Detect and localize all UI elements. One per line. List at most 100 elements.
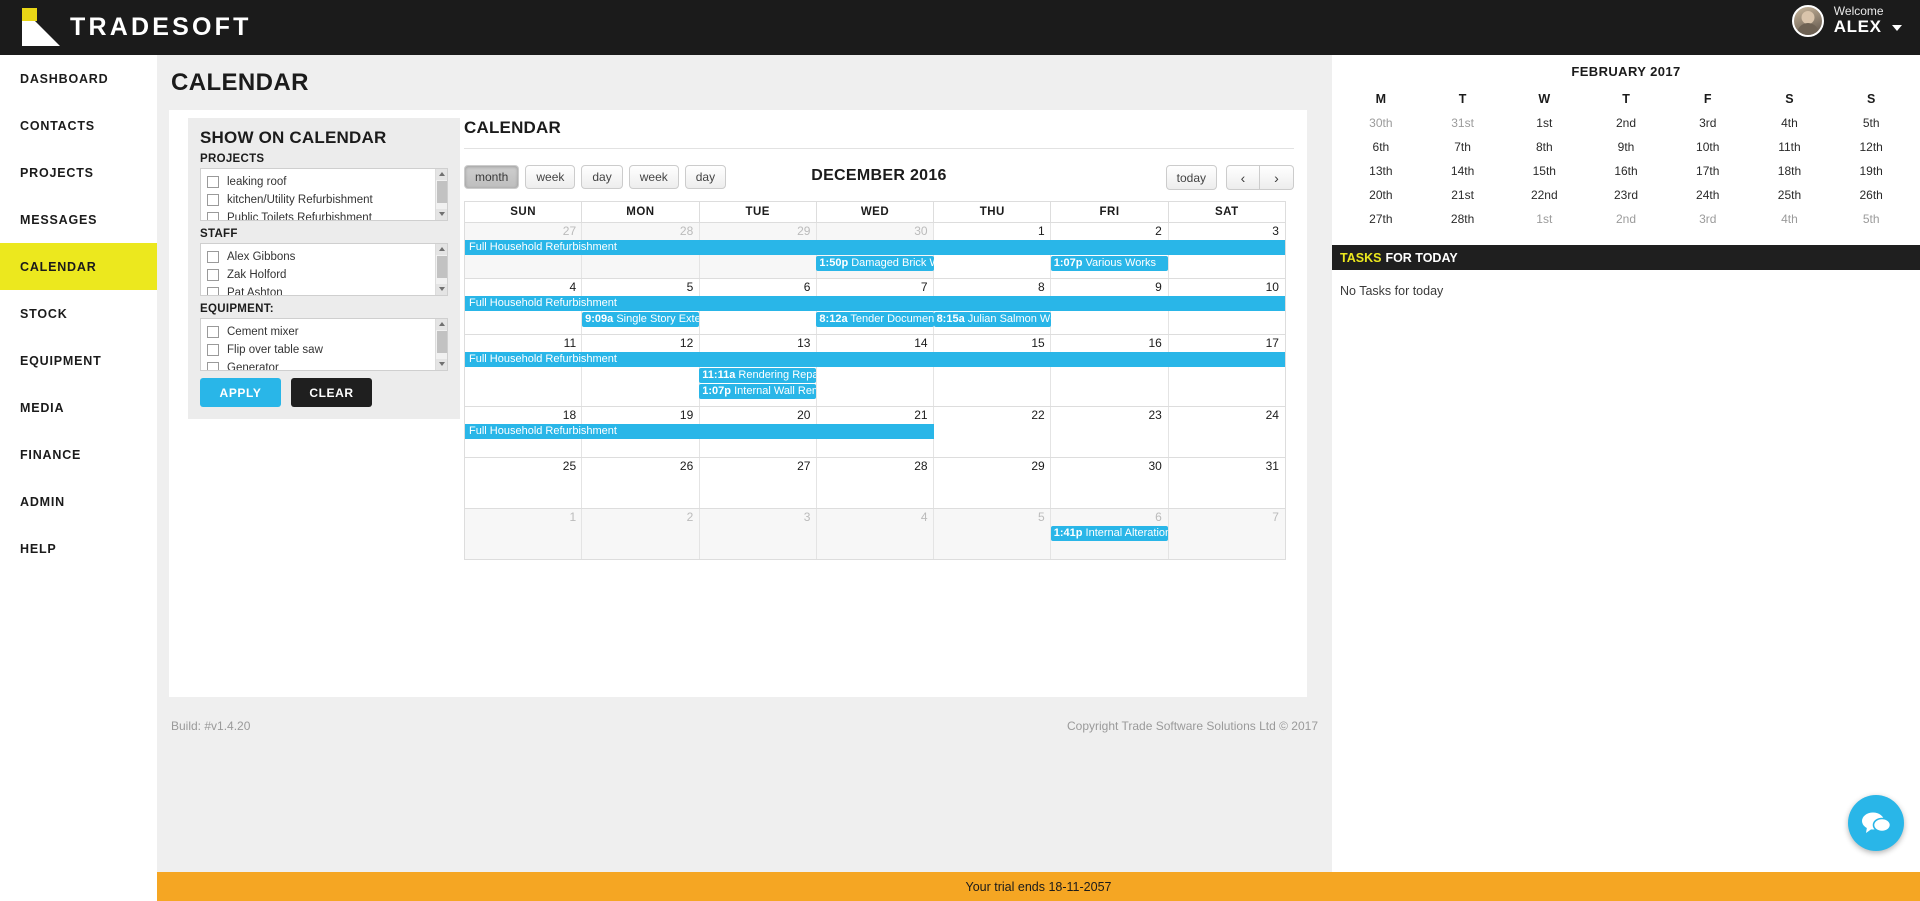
calendar-event[interactable]: 1:07p Various Works [1050, 256, 1168, 271]
staff-list[interactable]: Alex Gibbons Zak Holford Pat Ashton [200, 243, 448, 296]
calendar-event[interactable]: Full Household Refurbishment [465, 424, 934, 439]
calendar-event[interactable]: 8:12a Tender Documents [816, 312, 934, 327]
projects-list[interactable]: leaking roof kitchen/Utility Refurbishmen… [200, 168, 448, 221]
checkbox-icon[interactable] [207, 361, 219, 370]
mini-calendar-day[interactable]: 6th [1340, 135, 1422, 159]
scroll-down-icon[interactable] [436, 359, 447, 370]
checkbox-row[interactable]: kitchen/Utility Refurbishment [207, 191, 447, 208]
day-number[interactable]: 29 [934, 458, 1051, 475]
mini-calendar-day[interactable]: 1st [1503, 111, 1585, 135]
checkbox-icon[interactable] [207, 325, 219, 338]
day-number[interactable]: 1 [934, 223, 1051, 240]
day-number[interactable]: 9 [1051, 279, 1168, 296]
checkbox-icon[interactable] [207, 193, 219, 206]
mini-calendar-day[interactable]: 2nd [1585, 207, 1667, 231]
checkbox-icon[interactable] [207, 211, 219, 220]
day-number[interactable]: 8 [934, 279, 1051, 296]
checkbox-row[interactable]: Pat Ashton [207, 284, 447, 295]
mini-calendar-day[interactable]: 19th [1830, 159, 1912, 183]
checkbox-icon[interactable] [207, 250, 219, 263]
sidebar-item-stock[interactable]: STOCK [0, 290, 157, 337]
day-number[interactable]: 29 [699, 223, 816, 240]
mini-calendar-day[interactable]: 3rd [1667, 207, 1749, 231]
mini-calendar-day[interactable]: 31st [1422, 111, 1504, 135]
sidebar-item-equipment[interactable]: EQUIPMENT [0, 337, 157, 384]
day-number[interactable]: 5 [582, 279, 699, 296]
calendar-event[interactable]: Full Household Refurbishment [465, 240, 1285, 255]
mini-calendar-day[interactable]: 5th [1830, 207, 1912, 231]
day-number[interactable]: 3 [699, 509, 816, 526]
day-number[interactable]: 19 [582, 407, 699, 424]
day-number[interactable]: 31 [1168, 458, 1285, 475]
mini-calendar-day[interactable]: 28th [1422, 207, 1504, 231]
day-number[interactable]: 16 [1051, 335, 1168, 352]
day-number[interactable]: 23 [1051, 407, 1168, 424]
mini-calendar-day[interactable]: 14th [1422, 159, 1504, 183]
mini-calendar-day[interactable]: 8th [1503, 135, 1585, 159]
calendar-event[interactable]: 8:15a Julian Salmon WC [933, 312, 1051, 327]
mini-calendar-day[interactable]: 25th [1749, 183, 1831, 207]
day-number[interactable]: 4 [816, 509, 933, 526]
mini-calendar-day[interactable]: 16th [1585, 159, 1667, 183]
sidebar-item-admin[interactable]: ADMIN [0, 478, 157, 525]
day-number[interactable]: 1 [465, 509, 582, 526]
mini-calendar-day[interactable]: 5th [1830, 111, 1912, 135]
mini-calendar-day[interactable]: 22nd [1503, 183, 1585, 207]
day-number[interactable]: 30 [1051, 458, 1168, 475]
day-number[interactable]: 22 [934, 407, 1051, 424]
mini-calendar-day[interactable]: 11th [1749, 135, 1831, 159]
today-button[interactable]: today [1165, 165, 1217, 190]
day-number[interactable]: 27 [465, 223, 582, 240]
day-number[interactable]: 15 [934, 335, 1051, 352]
calendar-event[interactable]: Full Household Refurbishment [465, 352, 1285, 367]
mini-calendar-day[interactable]: 17th [1667, 159, 1749, 183]
calendar-event[interactable]: 9:09a Single Story Exten [582, 312, 700, 327]
sidebar-item-dashboard[interactable]: DASHBOARD [0, 55, 157, 102]
equipment-scrollbar[interactable] [435, 319, 447, 370]
checkbox-row[interactable]: Public Toilets Refurbishment [207, 209, 447, 220]
day-number[interactable]: 6 [1051, 509, 1168, 526]
mini-calendar-day[interactable]: 15th [1503, 159, 1585, 183]
day-number[interactable]: 4 [465, 279, 582, 296]
day-number[interactable]: 2 [582, 509, 699, 526]
mini-calendar-day[interactable]: 10th [1667, 135, 1749, 159]
checkbox-row[interactable]: Cement mixer [207, 323, 447, 340]
day-number[interactable]: 7 [1168, 509, 1285, 526]
brand-logo[interactable]: TRADESOFT [22, 8, 252, 46]
day-number[interactable]: 10 [1168, 279, 1285, 296]
day-number[interactable]: 26 [582, 458, 699, 475]
day-number[interactable]: 17 [1168, 335, 1285, 352]
day-number[interactable]: 13 [699, 335, 816, 352]
checkbox-row[interactable]: leaking roof [207, 173, 447, 190]
scroll-thumb[interactable] [437, 256, 447, 278]
day-number[interactable]: 24 [1168, 407, 1285, 424]
mini-calendar-day[interactable]: 7th [1422, 135, 1504, 159]
mini-calendar-day[interactable]: 27th [1340, 207, 1422, 231]
day-number[interactable]: 25 [465, 458, 582, 475]
day-number[interactable]: 21 [816, 407, 933, 424]
projects-scrollbar[interactable] [435, 169, 447, 220]
scroll-up-icon[interactable] [436, 319, 447, 330]
day-number[interactable]: 20 [699, 407, 816, 424]
day-number[interactable]: 14 [816, 335, 933, 352]
day-number[interactable]: 30 [816, 223, 933, 240]
user-menu[interactable]: Welcome ALEX [1791, 5, 1902, 37]
mini-calendar-day[interactable]: 12th [1830, 135, 1912, 159]
mini-calendar-day[interactable]: 1st [1503, 207, 1585, 231]
scroll-down-icon[interactable] [436, 284, 447, 295]
day-number[interactable]: 2 [1051, 223, 1168, 240]
scroll-thumb[interactable] [437, 331, 447, 353]
mini-calendar-day[interactable]: 23rd [1585, 183, 1667, 207]
mini-calendar-day[interactable]: 30th [1340, 111, 1422, 135]
scroll-down-icon[interactable] [436, 209, 447, 220]
scroll-thumb[interactable] [437, 181, 447, 203]
day-number[interactable]: 28 [816, 458, 933, 475]
mini-calendar-day[interactable]: 4th [1749, 207, 1831, 231]
calendar-event[interactable]: 1:41p Internal Alterations [1050, 526, 1168, 541]
calendar-event[interactable]: 11:11a Rendering Repai [699, 368, 817, 383]
next-month-button[interactable]: › [1260, 165, 1294, 190]
sidebar-item-projects[interactable]: PROJECTS [0, 149, 157, 196]
sidebar-item-calendar[interactable]: CALENDAR [0, 243, 157, 290]
sidebar-item-messages[interactable]: MESSAGES [0, 196, 157, 243]
mini-calendar-day[interactable]: 13th [1340, 159, 1422, 183]
